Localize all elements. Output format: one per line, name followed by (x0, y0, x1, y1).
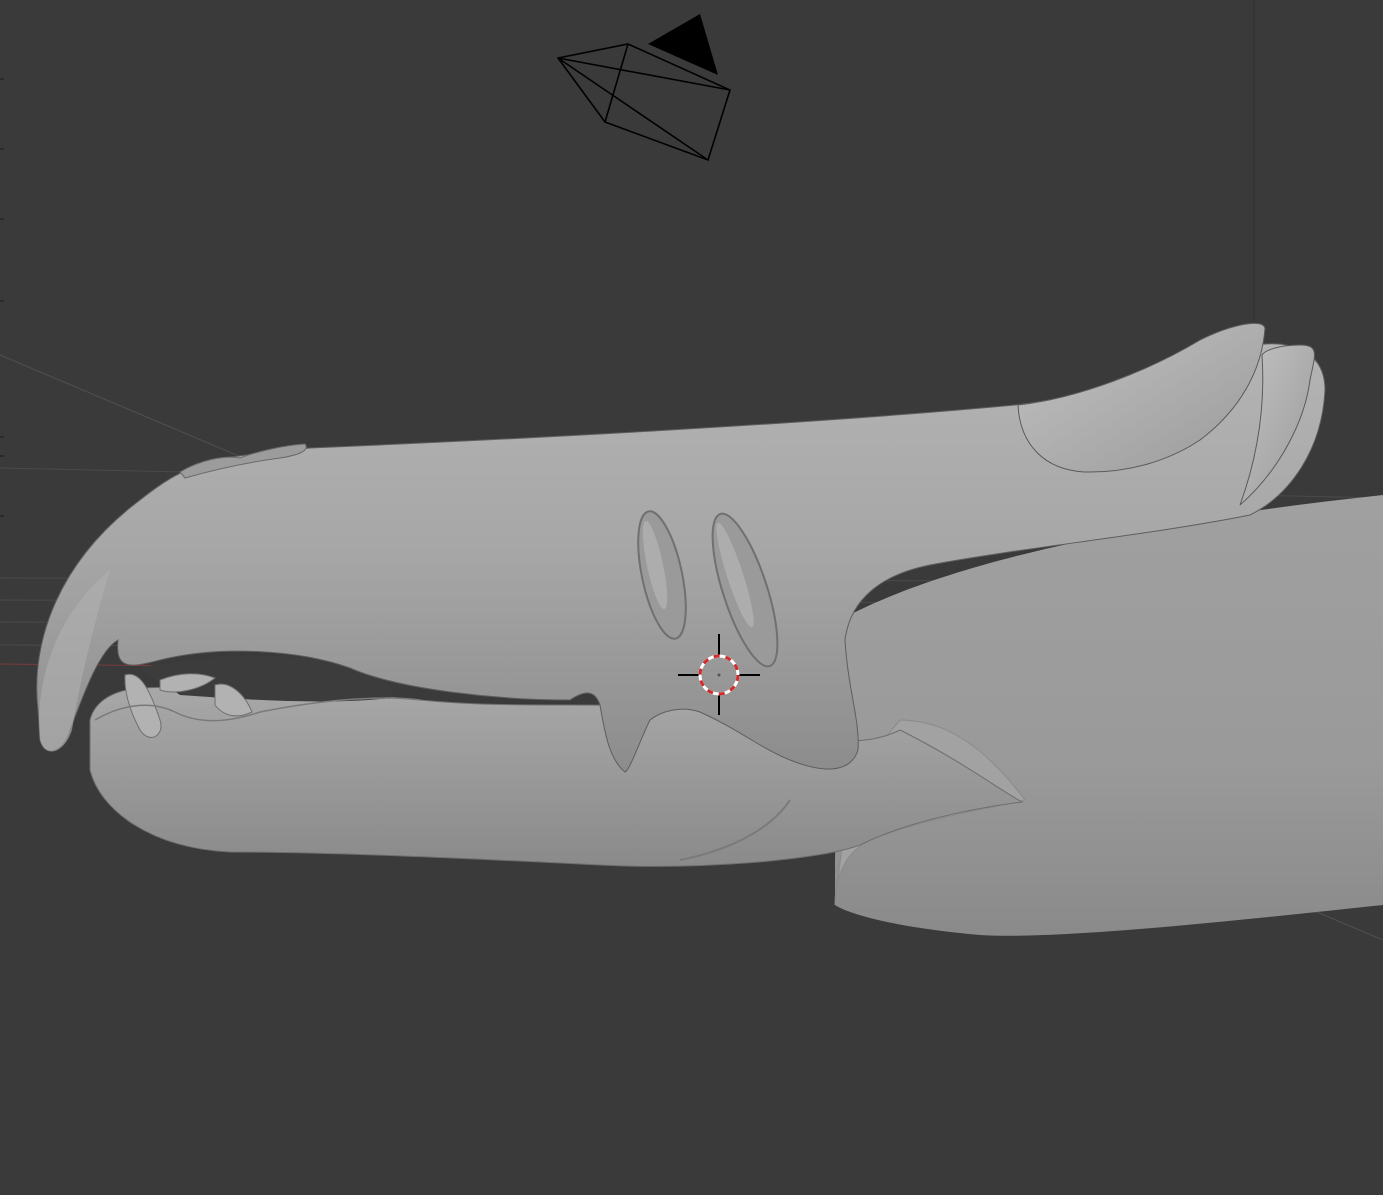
camera-object[interactable] (556, 14, 731, 162)
scene-canvas[interactable] (0, 0, 1383, 1195)
camera-up-triangle (648, 14, 718, 75)
3d-viewport[interactable] (0, 0, 1383, 1195)
